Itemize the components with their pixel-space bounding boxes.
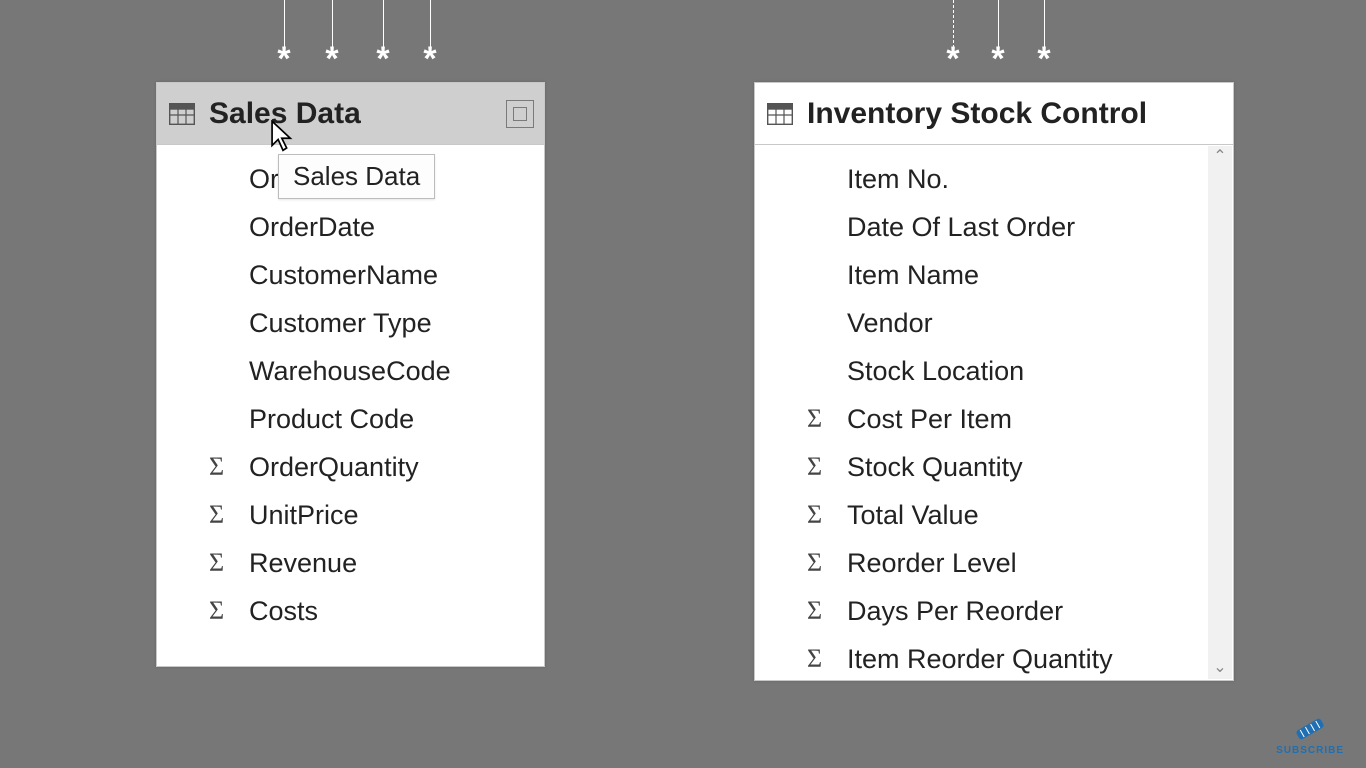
sigma-icon: Σ xyxy=(209,452,224,482)
table-header-sales-data[interactable]: Sales Data xyxy=(157,83,544,145)
field-row[interactable]: OrderDate xyxy=(157,203,544,251)
field-row[interactable]: Σ Total Value xyxy=(755,491,1207,539)
field-row[interactable]: CustomerName xyxy=(157,251,544,299)
rel-asterisk: * xyxy=(1037,40,1050,79)
rel-asterisk: * xyxy=(423,40,436,79)
field-label: Stock Quantity xyxy=(847,452,1023,483)
field-label: Total Value xyxy=(847,500,979,531)
rel-asterisk: * xyxy=(325,40,338,79)
expand-focus-button[interactable] xyxy=(506,100,534,128)
field-label: UnitPrice xyxy=(249,500,359,531)
field-row[interactable]: Date Of Last Order xyxy=(755,203,1207,251)
field-row[interactable]: Σ Days Per Reorder xyxy=(755,587,1207,635)
field-label: WarehouseCode xyxy=(249,356,451,387)
sigma-icon: Σ xyxy=(209,500,224,530)
field-label: Cost Per Item xyxy=(847,404,1012,435)
field-label: Reorder Level xyxy=(847,548,1017,579)
field-row[interactable]: Product Code xyxy=(157,395,544,443)
scroll-up-icon[interactable]: ⌃ xyxy=(1213,146,1226,168)
sigma-icon: Σ xyxy=(807,500,822,530)
sigma-icon: Σ xyxy=(807,548,822,578)
field-label: Customer Type xyxy=(249,308,432,339)
sigma-icon: Σ xyxy=(807,596,822,626)
subscribe-watermark: SUBSCRIBE xyxy=(1276,715,1344,756)
field-row[interactable]: Σ Reorder Level xyxy=(755,539,1207,587)
field-row[interactable]: Σ UnitPrice xyxy=(157,491,544,539)
rel-asterisk: * xyxy=(991,40,1004,79)
table-title: Inventory Stock Control xyxy=(807,97,1223,131)
field-row[interactable]: Customer Type xyxy=(157,299,544,347)
field-label: Revenue xyxy=(249,548,357,579)
field-label: Vendor xyxy=(847,308,933,339)
field-label: OrderQuantity xyxy=(249,452,419,483)
field-row[interactable]: Σ Revenue xyxy=(157,539,544,587)
rel-asterisk: * xyxy=(376,40,389,79)
field-row[interactable]: WarehouseCode xyxy=(157,347,544,395)
field-label: Days Per Reorder xyxy=(847,596,1063,627)
rel-asterisk: * xyxy=(277,40,290,79)
field-row[interactable]: Stock Location xyxy=(755,347,1207,395)
field-row[interactable]: Vendor xyxy=(755,299,1207,347)
field-label: OrderDate xyxy=(249,212,375,243)
field-row[interactable]: Σ Cost Per Item xyxy=(755,395,1207,443)
scroll-down-icon[interactable]: ⌄ xyxy=(1213,657,1226,679)
sigma-icon: Σ xyxy=(209,548,224,578)
field-row[interactable]: Item No. xyxy=(755,155,1207,203)
rel-asterisk: * xyxy=(946,40,959,79)
field-label: Item Name xyxy=(847,260,979,291)
table-icon xyxy=(767,103,793,125)
field-label: Item Reorder Quantity xyxy=(847,644,1113,675)
sigma-icon: Σ xyxy=(209,596,224,626)
tooltip: Sales Data xyxy=(278,154,435,199)
field-label: Stock Location xyxy=(847,356,1024,387)
field-label: CustomerName xyxy=(249,260,438,291)
sigma-icon: Σ xyxy=(807,452,822,482)
field-label: Product Code xyxy=(249,404,414,435)
field-label: Date Of Last Order xyxy=(847,212,1075,243)
scrollbar[interactable]: ⌃ ⌄ xyxy=(1208,146,1232,679)
table-icon xyxy=(169,103,195,125)
field-row[interactable]: Item Name xyxy=(755,251,1207,299)
field-row[interactable]: Σ Costs xyxy=(157,587,544,635)
field-label: Item No. xyxy=(847,164,949,195)
field-row[interactable]: Σ Item Reorder Quantity xyxy=(755,635,1207,680)
field-label: Costs xyxy=(249,596,318,627)
table-card-inventory-stock-control[interactable]: Inventory Stock Control Item No. Date Of … xyxy=(754,82,1234,681)
field-row[interactable]: Σ Stock Quantity xyxy=(755,443,1207,491)
sigma-icon: Σ xyxy=(807,404,822,434)
table-title: Sales Data xyxy=(209,97,500,131)
sigma-icon: Σ xyxy=(807,644,822,674)
table-header-inventory[interactable]: Inventory Stock Control xyxy=(755,83,1233,145)
field-row[interactable]: Σ OrderQuantity xyxy=(157,443,544,491)
